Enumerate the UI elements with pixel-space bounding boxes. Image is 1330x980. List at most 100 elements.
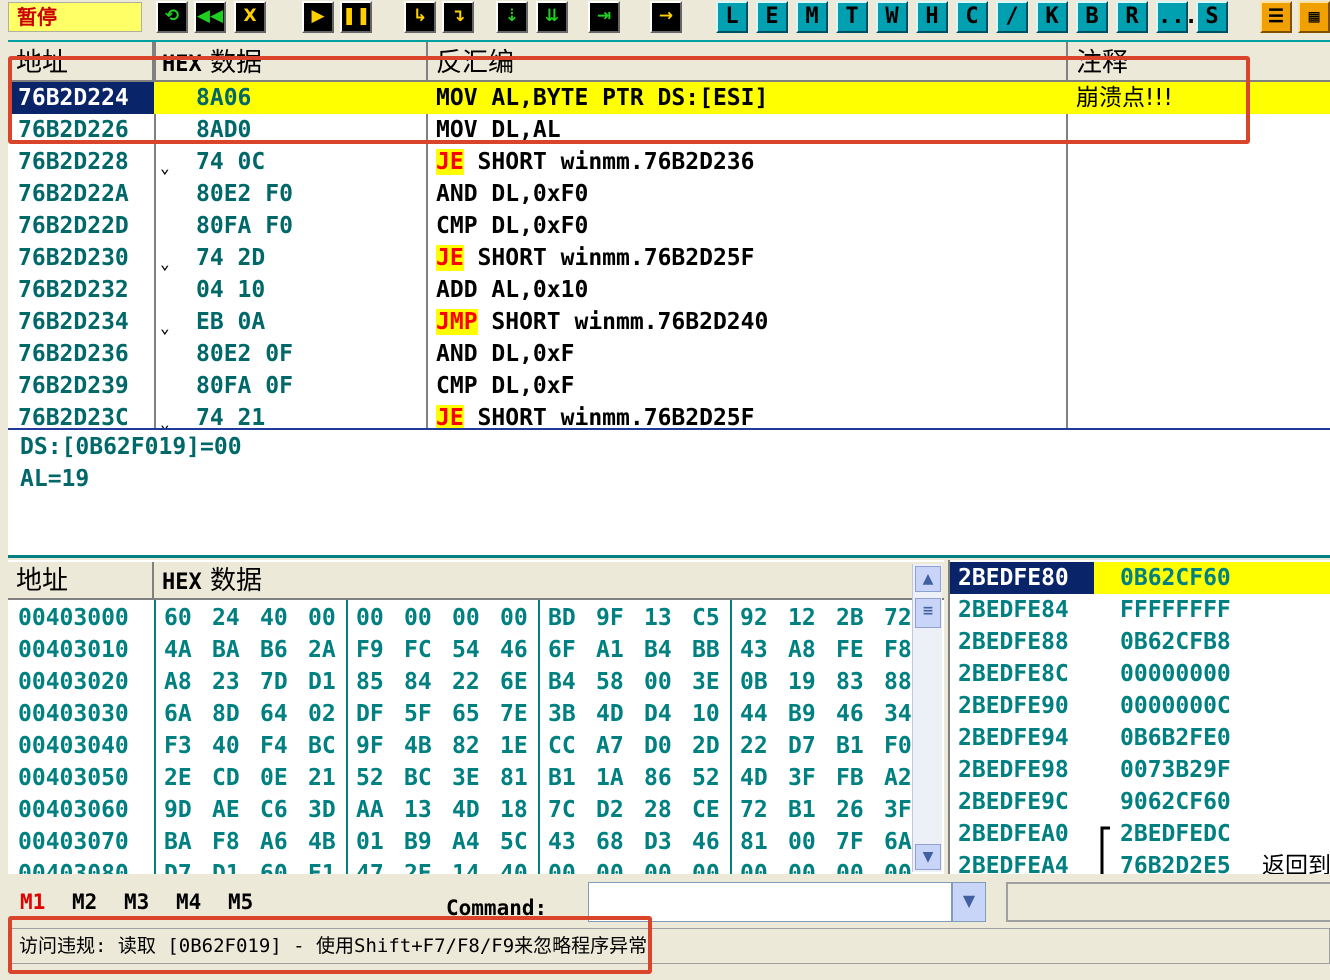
window-button-10[interactable]: R [1116,1,1148,33]
stack-row[interactable]: 2BEDFE84 FFFFFFFF [950,594,1330,626]
dump-byte: B9 [404,829,432,855]
tab-m4[interactable]: M4 [176,890,201,914]
disasm-row[interactable]: 76B2D230 ⌄ 74 2D JE SHORT winmm.76B2D25F [8,242,1330,274]
column-header-address[interactable]: 地址 [8,42,154,82]
dump-byte: 00 [644,861,672,874]
tab-m5[interactable]: M5 [228,890,253,914]
dump-row[interactable]: 00403020 A8 23 7D D1 85 84 22 6E B4 58 00 3E 0B 19 83 88 [8,666,944,698]
window-button-9[interactable]: B [1076,1,1108,33]
disasm-hex: 04 10 [196,277,266,303]
disasm-row[interactable]: 76B2D228 ⌄ 74 0C JE SHORT winmm.76B2D236 [8,146,1330,178]
window-button-12[interactable]: S [1196,1,1228,33]
trace-into-icon[interactable]: ⇣ [496,1,528,33]
column-header-comment[interactable]: 注释 [1068,42,1330,82]
dump-byte: A1 [596,637,624,663]
command-label: Command: [446,896,548,920]
scroll-down-icon[interactable]: ▼ [915,844,941,870]
disasm-row[interactable]: 76B2D239 80FA 0F CMP DL,0xF [8,370,1330,402]
window-button-1[interactable]: E [756,1,788,33]
window-button-5[interactable]: H [916,1,948,33]
scroll-up-icon[interactable]: ▲ [915,566,941,592]
dump-header-hex[interactable]: HEX 数据 [154,562,944,600]
command-input[interactable] [588,882,952,922]
dump-row[interactable]: 00403060 9D AE C6 3D AA 13 4D 18 7C D2 28 CE 72 B1 26 3F [8,794,944,826]
window-button-2[interactable]: M [796,1,828,33]
window-button-3[interactable]: T [836,1,868,33]
window-button-0[interactable]: L [716,1,748,33]
view-grid-icon[interactable]: ▦ [1298,1,1330,33]
disassembly-pane[interactable]: 地址 HEX 数据 反汇编 注释 76B2D224 8A06 MOV AL,BYTE… [8,40,1330,428]
dump-byte: 4B [404,733,432,759]
column-header-hex[interactable]: HEX 数据 [154,42,428,82]
window-button-11[interactable]: ... [1156,1,1198,33]
stack-row[interactable]: 2BEDFE98 0073B29F [950,754,1330,786]
dump-byte: 5F [404,701,432,727]
tab-m2[interactable]: M2 [72,890,97,914]
dump-row[interactable]: 00403050 2E CD 0E 21 52 BC 3E 81 B1 1A 86 52 4D 3F FB A2 [8,762,944,794]
dump-row[interactable]: 00403040 F3 40 F4 BC 9F 4B 82 1E CC A7 D0 2D 22 D7 B1 F0 [8,730,944,762]
stack-row[interactable]: 2BEDFE90 0000000C [950,690,1330,722]
disasm-row[interactable]: 76B2D22D 80FA F0 CMP DL,0xF0 [8,210,1330,242]
window-button-4[interactable]: W [876,1,908,33]
tab-m3[interactable]: M3 [124,890,149,914]
dump-row[interactable]: 00403000 60 24 40 00 00 00 00 00 BD 9F 13 C5 92 12 2B 72 [8,602,944,634]
window-button-8[interactable]: K [1036,1,1068,33]
disasm-instruction: MOV DL,AL [436,114,1066,146]
stack-row[interactable]: 2BEDFE8C 00000000 [950,658,1330,690]
tab-m1[interactable]: M1 [20,890,45,914]
restart-icon[interactable]: ⟲ [156,1,188,33]
window-button-7[interactable]: / [996,1,1028,33]
dump-byte: D3 [644,829,672,855]
disasm-row[interactable]: 76B2D234 ⌄ EB 0A JMP SHORT winmm.76B2D240 [8,306,1330,338]
dump-row[interactable]: 00403070 BA F8 A6 4B 01 B9 A4 5C 43 68 D3 46 81 00 7F 6A [8,826,944,858]
dump-row[interactable]: 00403010 4A BA B6 2A F9 FC 54 46 6F A1 B4 BB 43 A8 FE F8 [8,634,944,666]
dump-byte: CE [692,797,720,823]
stack-pane[interactable]: 2BEDFE80 0B62CF60 2BEDFE84 FFFFFFFF 2BEDFE88… [948,560,1330,874]
view-list-icon[interactable]: ☰ [1260,1,1292,33]
exit-icon[interactable]: X [234,1,266,33]
disasm-row[interactable]: 76B2D23C ⌄ 74 21 JE SHORT winmm.76B2D25F [8,402,1330,428]
disasm-instruction: JMP SHORT winmm.76B2D240 [436,306,1066,338]
disasm-row[interactable]: 76B2D22A 80E2 F0 AND DL,0xF0 [8,178,1330,210]
stack-row[interactable]: 2BEDFEA4 76B2D2E5 返回到 [950,850,1330,874]
dump-byte: 4B [308,829,336,855]
dump-row[interactable]: 00403080 D7 D1 60 E1 47 2E 14 40 00 00 00 00 00 00 00 00 [8,858,944,874]
window-button-6[interactable]: C [956,1,988,33]
goto-icon[interactable]: → [650,1,682,33]
instruction-operands: SHORT winmm.76B2D25F [463,405,755,428]
dump-byte: 40 [212,733,240,759]
step-into-icon[interactable]: ↳ [404,1,436,33]
run-icon[interactable]: ▶ [302,1,334,33]
column-header-disassembly[interactable]: 反汇编 [428,42,1068,82]
dump-byte: 83 [836,669,864,695]
stack-row[interactable]: 2BEDFE88 0B62CFB8 [950,626,1330,658]
dump-byte: 6E [500,669,528,695]
stack-value: 2BEDFEDC [1120,821,1231,847]
dump-scrollbar[interactable]: ▲ ≡ ▼ [912,564,942,872]
trace-over-icon[interactable]: ⇊ [536,1,568,33]
close-icon[interactable]: ◀◀ [194,1,226,33]
stack-row[interactable]: 2BEDFEA0 2BEDFEDC [950,818,1330,850]
dump-byte: 7F [836,829,864,855]
memory-dump-pane[interactable]: 地址 HEX 数据 00403000 60 24 40 00 00 00 00 00 BD 9F 13… [8,560,944,874]
step-over-icon[interactable]: ↴ [442,1,474,33]
dump-row[interactable]: 00403030 6A 8D 64 02 DF 5F 65 7E 3B 4D D4 10 44 B9 46 34 [8,698,944,730]
dump-byte: 23 [212,669,240,695]
dump-byte: 92 [740,605,768,631]
disasm-row[interactable]: 76B2D224 8A06 MOV AL,BYTE PTR DS:[ESI] 崩溃点!… [8,82,1330,114]
stack-row[interactable]: 2BEDFE9C 9062CF60 [950,786,1330,818]
dump-byte: AA [356,797,384,823]
pause-icon[interactable]: ❚❚ [340,1,372,33]
disasm-row[interactable]: 76B2D232 04 10 ADD AL,0x10 [8,274,1330,306]
stack-row[interactable]: 2BEDFE80 0B62CF60 [950,562,1330,594]
disasm-row[interactable]: 76B2D236 80E2 0F AND DL,0xF [8,338,1330,370]
command-dropdown-icon[interactable]: ▼ [952,882,986,922]
dump-byte: D2 [596,797,624,823]
execute-till-return-icon[interactable]: ⇥ [588,1,620,33]
dump-byte: 4D [596,701,624,727]
scroll-thumb[interactable]: ≡ [915,598,941,628]
dump-byte: 40 [260,605,288,631]
stack-row[interactable]: 2BEDFE94 0B6B2FE0 [950,722,1330,754]
disasm-row[interactable]: 76B2D226 8AD0 MOV DL,AL [8,114,1330,146]
dump-header-address[interactable]: 地址 [8,562,154,600]
